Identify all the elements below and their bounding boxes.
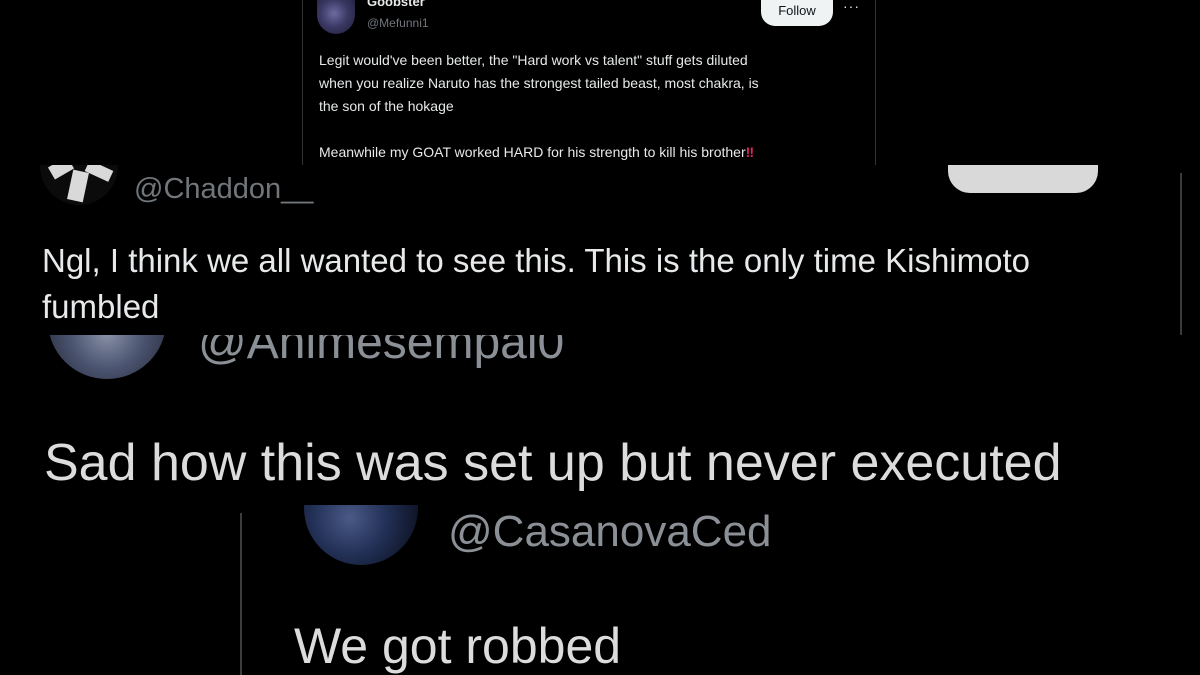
avatar[interactable]: [304, 505, 418, 565]
tweet-card-animesempai: @Animesempai0 Sad how this was set up bu…: [0, 335, 1200, 505]
avatar[interactable]: [40, 165, 118, 205]
tweet-text-line: Legit would've been better, the "Hard wo…: [319, 52, 748, 68]
tweet-text: Sad how this was set up but never execut…: [44, 434, 1062, 492]
tweet-text-line: the son of the hokage: [319, 98, 454, 114]
avatar[interactable]: [48, 335, 166, 379]
tweet-card-mefunni1: Goobster @Mefunni1 Follow ··· Legit woul…: [302, 0, 876, 165]
display-name[interactable]: Goobster: [367, 0, 425, 9]
follow-button[interactable]: Follow: [761, 0, 833, 26]
avatar-figure-icon: [67, 169, 89, 203]
user-handle[interactable]: @Mefunni1: [367, 16, 429, 30]
tweet-text-line: fumbled: [42, 288, 160, 325]
tweet-text-line: Meanwhile my GOAT worked HARD for his st…: [319, 141, 754, 164]
divider: [1180, 173, 1182, 335]
tweet-text: We got robbed: [294, 618, 622, 674]
tweet-text-line: when you realize Naruto has the stronges…: [319, 75, 759, 91]
user-handle[interactable]: @Animesempai0: [198, 335, 564, 370]
double-exclamation-emoji-icon: ‼: [745, 144, 755, 160]
tweet-card-chaddon: @Chaddon__ Ngl, I think we all wanted to…: [0, 165, 1200, 335]
avatar-figure-icon: [84, 165, 114, 182]
avatar-figure-icon: [47, 165, 75, 180]
thread-line: [240, 513, 242, 675]
tweet-card-casanovaced: @CasanovaCed We got robbed: [0, 505, 1200, 675]
more-options-icon[interactable]: ···: [843, 0, 860, 14]
tweet-text-line: Ngl, I think we all wanted to see this. …: [42, 242, 1031, 279]
user-handle[interactable]: @CasanovaCed: [448, 507, 772, 557]
follow-button[interactable]: [948, 165, 1098, 193]
avatar[interactable]: [317, 0, 355, 34]
tweet-text: Meanwhile my GOAT worked HARD for his st…: [319, 144, 746, 160]
user-handle[interactable]: @Chaddon__: [134, 173, 313, 206]
